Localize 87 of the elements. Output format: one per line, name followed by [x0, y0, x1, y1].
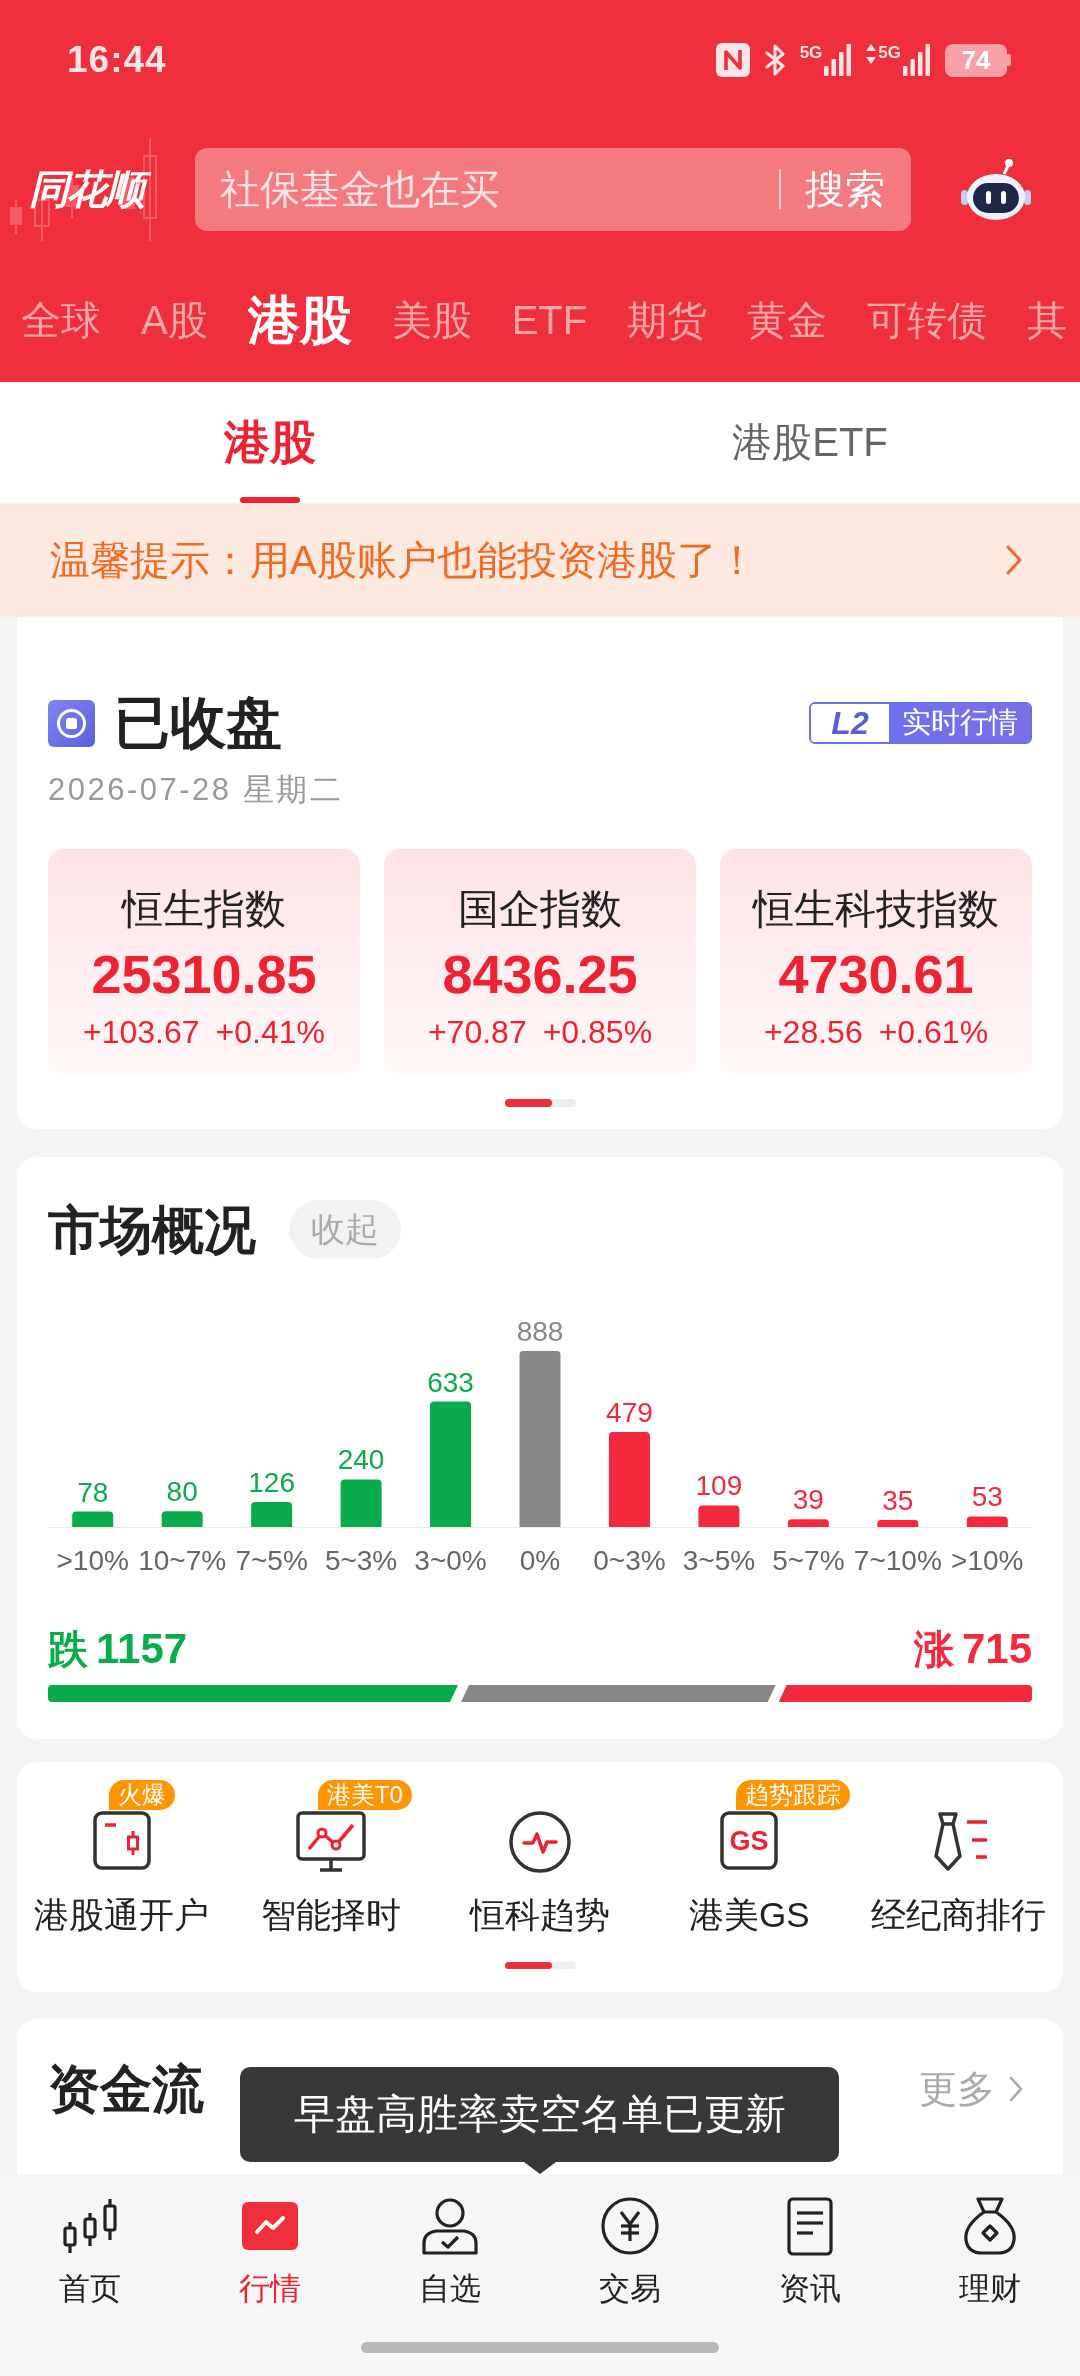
- index-value: 25310.85: [91, 946, 317, 1002]
- rise-count: 715: [961, 1627, 1032, 1671]
- bar-value-label: 126: [248, 1467, 295, 1499]
- index-value: 4730.61: [778, 946, 974, 1002]
- user-check-icon[interactable]: [420, 2196, 480, 2256]
- promo-tag: 趋势跟踪: [736, 1780, 851, 1810]
- index-change: +28.56: [763, 1014, 863, 1050]
- bar-value-label: 80: [166, 1476, 198, 1508]
- shortcut-label[interactable]: 经纪商排行: [870, 1896, 1046, 1934]
- axis-label: 3~5%: [682, 1545, 756, 1576]
- nfc-icon: [715, 43, 750, 77]
- bar-value-label: 479: [606, 1397, 653, 1429]
- index-percent: +0.61%: [878, 1014, 989, 1050]
- index-name: 国企指数: [458, 887, 622, 931]
- bar-value-label: 78: [77, 1476, 109, 1508]
- axis-label: 3~0%: [414, 1545, 487, 1576]
- yen-coin-icon[interactable]: [600, 2196, 660, 2256]
- axis-label: >10%: [951, 1545, 1024, 1576]
- nav-tab[interactable]: 首页: [59, 2174, 121, 2306]
- axis-label: >10%: [56, 1545, 129, 1576]
- nav-tab[interactable]: 理财: [959, 2174, 1021, 2306]
- index-card[interactable]: 国企指数 8436.25 +70.87 +0.85%: [384, 849, 696, 1073]
- bar-value-label: 888: [516, 1316, 564, 1347]
- section-title: 市场概况: [48, 1201, 256, 1258]
- status-title: 已收盘: [114, 694, 282, 752]
- chevron-right-icon[interactable]: [1005, 544, 1023, 576]
- notice-banner[interactable]: 温馨提示：用A股账户也能投资港股了！: [0, 503, 1080, 617]
- search-button[interactable]: 搜索: [805, 166, 885, 212]
- realtime-label: 实时行情: [889, 704, 1030, 742]
- realtime-quote-badge[interactable]: L2 实时行情: [809, 702, 1032, 744]
- axis-label: 5~7%: [772, 1545, 845, 1576]
- network-type-label: 5G: [799, 44, 823, 62]
- index-card[interactable]: 恒生指数 25310.85 +103.67 +0.41%: [48, 849, 360, 1073]
- index-card[interactable]: 恒生科技指数 4730.61 +28.56 +0.61%: [720, 849, 1032, 1073]
- more-link[interactable]: 更多: [919, 2067, 1023, 2111]
- market-tab[interactable]: 港股: [247, 291, 352, 349]
- bar-value-label: 109: [695, 1470, 743, 1502]
- fall-count: 1157: [96, 1627, 188, 1671]
- date-text: 2026-07-28 星期二: [48, 773, 345, 806]
- index-change: +103.67: [83, 1014, 200, 1050]
- nav-tab[interactable]: 交易: [599, 2174, 661, 2306]
- app-logo[interactable]: 同花顺: [10, 137, 162, 241]
- index-name: 恒生指数: [122, 887, 286, 931]
- axis-label: 7~5%: [235, 1545, 308, 1576]
- axis-label: 0~3%: [593, 1545, 666, 1576]
- monitor-chart-icon[interactable]: [295, 1811, 366, 1873]
- section-title: 资金流: [48, 2061, 204, 2117]
- sub-tab[interactable]: 港股: [220, 382, 320, 503]
- bar-value-label: 240: [337, 1444, 385, 1476]
- bar-value-label: 39: [792, 1484, 824, 1516]
- robot-icon[interactable]: [961, 157, 1031, 221]
- promo-tag: 火爆: [108, 1780, 175, 1810]
- shortcut-label[interactable]: 港股通开户: [34, 1896, 210, 1934]
- tooltip: 早盘高胜率卖空名单已更新: [240, 2067, 839, 2174]
- scroll-indicator-thumb: [504, 1099, 552, 1107]
- shortcut-label[interactable]: 港美GS: [688, 1896, 810, 1934]
- signal-icon: [824, 44, 852, 76]
- network-type-label: 5G: [878, 44, 901, 62]
- axis-label: 10~7%: [138, 1545, 227, 1576]
- index-change: +70.87: [427, 1014, 527, 1050]
- bar-value-label: 53: [971, 1481, 1003, 1513]
- nav-tab[interactable]: 资讯: [779, 2174, 841, 2306]
- nav-tab[interactable]: 行情: [239, 2174, 301, 2306]
- scroll-indicator-thumb: [504, 1962, 552, 1969]
- search-field[interactable]: 社保基金也在买 搜索: [195, 147, 911, 231]
- index-percent: +0.85%: [542, 1014, 653, 1050]
- sub-tab[interactable]: 港股ETF: [728, 382, 892, 503]
- bluetooth-icon: [764, 44, 785, 76]
- promo-tag: 港美T0: [317, 1780, 412, 1810]
- battery-indicator: 74: [945, 43, 1011, 77]
- shortcut-label[interactable]: 恒科趋势: [470, 1896, 610, 1934]
- notice-text: 温馨提示：用A股账户也能投资港股了！: [50, 537, 757, 583]
- nav-tab[interactable]: 自选: [419, 2174, 481, 2306]
- signal-icon: [903, 44, 930, 76]
- index-value: 8436.25: [442, 946, 638, 1002]
- bar-value-label: 35: [882, 1485, 914, 1517]
- rise-label: 涨: [913, 1627, 954, 1671]
- shortcut-label[interactable]: 智能择时: [260, 1896, 401, 1934]
- axis-label: 5~3%: [324, 1545, 398, 1576]
- axis-label: 0%: [519, 1545, 561, 1576]
- bar-value-label: 633: [427, 1366, 474, 1398]
- index-name: 恒生科技指数: [753, 887, 999, 931]
- axis-label: 7~10%: [853, 1545, 942, 1576]
- candlestick-icon[interactable]: [60, 2196, 120, 2256]
- index-percent: +0.41%: [215, 1014, 325, 1050]
- fall-label: 跌: [48, 1627, 88, 1671]
- clock-time: 16:44: [67, 40, 167, 80]
